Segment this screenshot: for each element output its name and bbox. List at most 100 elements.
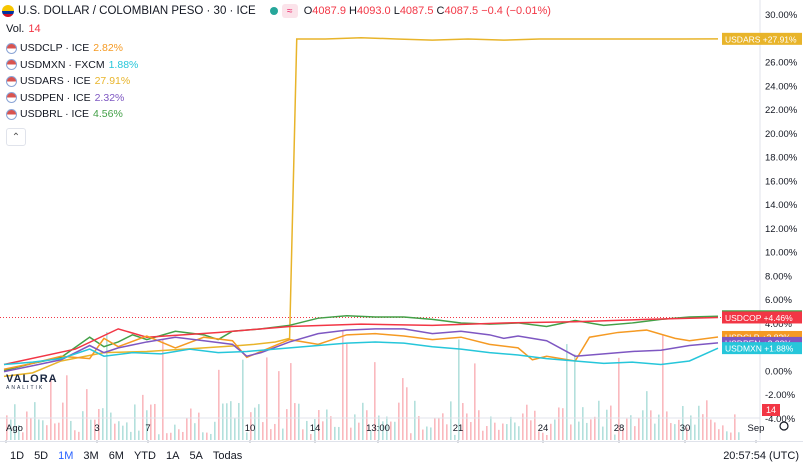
chart-header: U.S. DOLLAR / COLOMBIAN PESO · 30 · ICE … (0, 2, 551, 20)
x-tick-label: 24 (538, 423, 549, 434)
timeframe-5d[interactable]: 5D (34, 450, 48, 462)
compare-mode-icon[interactable]: ≈ (281, 4, 298, 18)
volume-bar (138, 430, 140, 440)
volume-bar (594, 416, 596, 440)
timeframe-ytd[interactable]: YTD (134, 450, 156, 462)
volume-bar (34, 402, 36, 440)
volume-bar (450, 401, 452, 440)
timeframe-todas[interactable]: Todas (213, 450, 242, 462)
volume-bar (546, 434, 548, 440)
volume-bar (190, 408, 192, 440)
volume-bar (566, 344, 568, 440)
volume-bar (454, 434, 456, 440)
volume-bar (122, 425, 124, 440)
volume-bar (650, 410, 652, 440)
y-tick-label: 12.00% (765, 224, 798, 235)
volume-bar (514, 422, 516, 440)
volume-bar (522, 413, 524, 440)
volume-bar (446, 424, 448, 440)
volume-bar (526, 404, 528, 440)
y-tick-label: 24.00% (765, 81, 798, 92)
flag-icon (6, 59, 17, 71)
legend-item-usdbrl[interactable]: USDBRL · ICE 4.56% (6, 106, 138, 123)
volume-bar (662, 335, 664, 440)
volume-bar (26, 411, 28, 440)
volume-bar (226, 403, 228, 440)
timeframe-1a[interactable]: 1A (166, 450, 179, 462)
volume-bar (602, 426, 604, 440)
x-tick-label: 7 (145, 423, 150, 434)
valora-logo: VALORA ANALITIK (6, 373, 58, 391)
volume-bar (610, 405, 612, 440)
volume-bar (230, 401, 232, 440)
timeframe-5a[interactable]: 5A (189, 450, 202, 462)
volume-bar (330, 416, 332, 440)
legend-item-usdars[interactable]: USDARS · ICE 27.91% (6, 73, 138, 90)
volume-bar (322, 421, 324, 440)
symbol-flag-icon (2, 5, 14, 17)
volume-bar (174, 424, 176, 440)
chevron-up-icon: ⌃ (11, 131, 21, 143)
volume-bar (438, 417, 440, 440)
y-tick-label: 8.00% (765, 271, 792, 282)
collapse-legend-button[interactable]: ⌃ (6, 128, 26, 146)
y-tick-label: 10.00% (765, 248, 798, 259)
volume-bar (278, 371, 280, 440)
legend-item-usdclp[interactable]: USDCLP · ICE 2.82% (6, 40, 138, 57)
timeframe-1m[interactable]: 1M (58, 450, 73, 462)
flag-icon (6, 92, 17, 104)
volume-bar (666, 411, 668, 440)
volume-bar (706, 400, 708, 440)
volume-bar (290, 363, 292, 440)
volume-bar (338, 426, 340, 440)
volume-bar (506, 424, 508, 440)
volume-bar (238, 402, 240, 440)
volume-bar (398, 402, 400, 440)
volume-bar (310, 434, 312, 440)
flag-icon (6, 75, 17, 87)
symbol-title[interactable]: U.S. DOLLAR / COLOMBIAN PESO · 30 · ICE (18, 5, 256, 17)
series-end-label: USDARS +27.91% (725, 34, 797, 44)
timeframe-6m[interactable]: 6M (109, 450, 124, 462)
timeframe-3m[interactable]: 3M (83, 450, 98, 462)
volume-bar (78, 431, 80, 440)
volume-bar (342, 329, 344, 440)
y-tick-label: 20.00% (765, 129, 798, 140)
volume-bar (414, 400, 416, 440)
x-tick-label: 13:00 (366, 423, 390, 434)
compare-legend: USDCLP · ICE 2.82% USDMXN · FXCM 1.88% U… (6, 40, 138, 123)
volume-bar (86, 389, 88, 440)
volume-bar (58, 422, 60, 440)
volume-bar (554, 419, 556, 440)
volume-bar (530, 420, 532, 440)
x-tick-label: 30 (680, 423, 691, 434)
volume-bar (222, 403, 224, 440)
volume-bar (642, 410, 644, 440)
timeframe-1d[interactable]: 1D (10, 450, 24, 462)
volume-bar (442, 413, 444, 440)
legend-item-usdmxn[interactable]: USDMXN · FXCM 1.88% (6, 57, 138, 74)
volume-bar (206, 432, 208, 440)
volume-bar (474, 363, 476, 440)
volume-bar (722, 425, 724, 440)
volume-bar (462, 403, 464, 440)
y-tick-label: -2.00% (765, 390, 796, 401)
timeframe-bar: 1D 5D 1M 3M 6M YTD 1A 5A Todas 20:57:54 … (0, 441, 803, 469)
volume-bar (30, 417, 32, 440)
volume-bar (66, 375, 68, 440)
volume-bar (406, 387, 408, 440)
volume-axis-value: 14 (766, 405, 776, 415)
volume-bar (586, 422, 588, 440)
x-tick-label: 21 (453, 423, 464, 434)
volume-bar (670, 423, 672, 440)
volume-bar (394, 421, 396, 440)
volume-bar (166, 433, 168, 440)
series-end-label: USDCOP +4.46% (725, 313, 793, 323)
volume-bar (110, 412, 112, 440)
volume-bar (242, 359, 244, 440)
utc-clock[interactable]: 20:57:54 (UTC) (723, 450, 799, 462)
flag-icon (6, 42, 17, 54)
volume-bar (486, 426, 488, 440)
legend-item-usdpen[interactable]: USDPEN · ICE 2.32% (6, 90, 138, 107)
y-tick-label: 14.00% (765, 200, 798, 211)
